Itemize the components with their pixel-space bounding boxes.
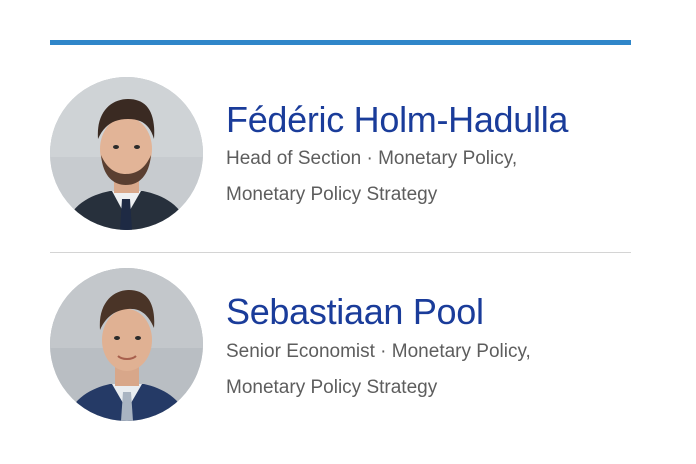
role-line: Head of Section · Monetary Policy, bbox=[226, 148, 518, 169]
avatar[interactable] bbox=[50, 268, 203, 421]
person-role: Head of Section · Monetary Policy, Monet… bbox=[226, 141, 517, 213]
avatar[interactable] bbox=[50, 77, 203, 230]
portrait-photo-icon bbox=[50, 77, 203, 230]
person-name-link[interactable]: Sebastiaan Pool bbox=[226, 291, 484, 333]
role-line: Monetary Policy Strategy bbox=[226, 377, 438, 398]
person-name-link[interactable]: Fédéric Holm-Hadulla bbox=[226, 99, 568, 141]
top-accent-rule bbox=[50, 40, 631, 45]
person-role: Senior Economist · Monetary Policy, Mone… bbox=[226, 334, 531, 406]
role-line: Senior Economist · Monetary Policy, bbox=[226, 341, 531, 362]
portrait-photo-icon bbox=[50, 268, 203, 421]
role-line: Monetary Policy Strategy bbox=[226, 184, 438, 205]
profile-divider bbox=[50, 252, 631, 253]
